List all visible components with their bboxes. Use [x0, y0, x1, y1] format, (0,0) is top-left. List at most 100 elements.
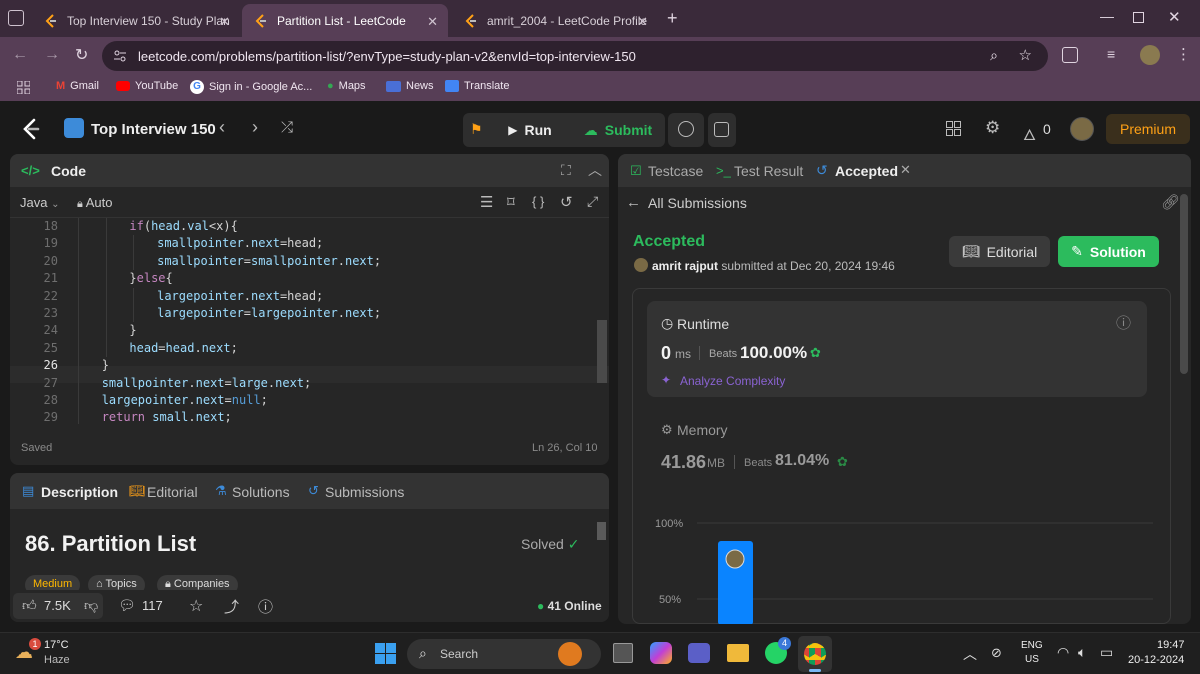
code-editor[interactable]: 18 if(head.val<x){19 smallpointer.next=hea… [10, 218, 609, 424]
battery-icon[interactable]: ▭ [1100, 644, 1113, 661]
settings-gear-icon[interactable]: ⚙ [985, 118, 1000, 138]
runtime-card[interactable]: ◷ Runtime ⓘ 0 ms Beats 100.00% ✿ ✦ Analy… [647, 301, 1147, 397]
bookmark-icon[interactable]: ⌑ [507, 193, 515, 211]
bookmark-news[interactable]: News [386, 80, 434, 92]
windows-start-icon[interactable] [375, 643, 396, 664]
submitter-name[interactable]: amrit rajput [652, 259, 718, 273]
tab-testcase[interactable]: Testcase [648, 163, 703, 179]
clock-date[interactable]: 20-12-2024 [1128, 654, 1184, 666]
all-submissions-link[interactable]: All Submissions [648, 195, 747, 211]
user-avatar[interactable] [1070, 117, 1094, 141]
bookmark-google-signin[interactable]: G Sign in - Google Ac... [190, 80, 312, 94]
volume-icon[interactable]: 🔈︎ [1078, 644, 1086, 661]
reset-icon[interactable]: ↺ [560, 193, 573, 211]
reload-icon[interactable]: ↻ [75, 45, 88, 65]
solution-button[interactable]: ✎ Solution [1058, 236, 1159, 267]
teams-icon[interactable] [688, 643, 710, 663]
next-problem-icon[interactable]: › [252, 117, 258, 138]
tab-accepted[interactable]: Accepted [835, 163, 898, 179]
bookmark-translate[interactable]: Translate [445, 80, 509, 92]
thumbs-down-icon[interactable]: 👎︎ [84, 597, 98, 614]
url-bar[interactable]: leetcode.com/problems/partition-list/?en… [102, 41, 1048, 71]
result-scrollbar[interactable] [1180, 194, 1188, 374]
tab-profile[interactable]: amrit_2004 - LeetCode Profile ✕ [452, 4, 658, 37]
info-icon[interactable]: ⓘ [1116, 312, 1131, 333]
editor-scrollbar[interactable] [597, 320, 607, 383]
notification-off-icon[interactable]: ⊘ [991, 645, 1002, 661]
task-view-icon[interactable] [613, 643, 633, 663]
back-arrow-icon[interactable]: ← [626, 194, 641, 211]
study-plan-title[interactable]: Top Interview 150 [91, 121, 216, 138]
analyze-complexity-link[interactable]: Analyze Complexity [680, 374, 785, 388]
fullscreen-icon[interactable]: ⤢ [587, 193, 598, 210]
bookmark-star-icon[interactable]: ☆ [1019, 46, 1032, 64]
streak-fire-icon[interactable]: 🜂 [1023, 118, 1036, 149]
zoom-icon[interactable]: ⌕ [990, 47, 998, 64]
tab-solutions[interactable]: Solutions [232, 484, 290, 500]
timer-button[interactable] [668, 113, 704, 147]
link-icon[interactable]: 🔗︎ [1161, 193, 1180, 211]
prev-problem-icon[interactable]: ‹ [219, 117, 225, 138]
chevron-up-icon[interactable]: ︿ [963, 644, 977, 664]
extensions-icon[interactable] [1062, 47, 1078, 63]
close-icon[interactable]: ✕ [637, 14, 648, 30]
tab-search-icon[interactable] [8, 10, 24, 26]
leetcode-logo[interactable] [21, 118, 41, 140]
tab-editorial[interactable]: Editorial [147, 484, 198, 500]
chrome-taskbar-button[interactable] [798, 636, 832, 672]
result-tabs: ☑ Testcase >_ Test Result ↺ Accepted ✕ [618, 154, 1191, 187]
shuffle-icon[interactable]: ⤮ [281, 119, 293, 136]
profile-avatar[interactable] [1140, 45, 1160, 65]
tab-description[interactable]: Description [41, 484, 118, 500]
restore-icon[interactable] [1133, 12, 1144, 23]
close-tab-icon[interactable]: ✕ [900, 162, 911, 178]
premium-button[interactable]: Premium [1106, 114, 1190, 144]
tab-partition-list[interactable]: Partition List - LeetCode ✕ [242, 4, 448, 37]
thumbs-up-icon[interactable]: 👍︎ [22, 597, 37, 614]
wifi-icon[interactable]: ◠ [1057, 644, 1069, 661]
site-info-icon[interactable] [113, 49, 127, 63]
submit-button[interactable]: ☁ Submit [574, 116, 662, 144]
minimize-icon[interactable]: — [1100, 8, 1114, 24]
file-explorer-icon[interactable] [727, 644, 749, 662]
auto-mode-toggle[interactable]: 🔒︎ Auto [77, 195, 113, 211]
apps-icon[interactable] [17, 81, 30, 94]
help-icon[interactable]: ⓘ [258, 596, 273, 617]
new-tab-icon[interactable]: + [667, 8, 678, 29]
comment-icon[interactable]: 💬︎ [118, 597, 136, 614]
close-icon[interactable]: ✕ [427, 14, 438, 30]
close-window-icon[interactable]: ✕ [1168, 8, 1181, 26]
notes-button[interactable] [708, 113, 736, 147]
share-icon[interactable]: ⤴ [224, 596, 239, 617]
media-icon[interactable]: ≡ [1107, 46, 1115, 62]
tab-study-plan[interactable]: Top Interview 150 - Study Plan ✕ [32, 4, 240, 37]
description-scrollbar[interactable] [597, 522, 606, 540]
language-bottom[interactable]: US [1025, 654, 1039, 665]
bookmark-youtube[interactable]: YouTube [116, 80, 178, 92]
debug-icon[interactable]: ⚑ [470, 121, 483, 138]
back-icon[interactable]: ← [12, 46, 28, 64]
menu-icon[interactable]: ⋮ [1176, 45, 1191, 63]
favorite-star-icon[interactable]: ☆ [189, 596, 203, 616]
close-icon[interactable]: ✕ [219, 14, 230, 30]
language-top[interactable]: ENG [1021, 640, 1043, 651]
weather-widget[interactable]: ☁ 1 [15, 638, 41, 664]
language-select[interactable]: Java ⌄ [20, 195, 59, 210]
copilot-icon[interactable] [650, 642, 672, 664]
memory-label[interactable]: Memory [677, 422, 728, 438]
tab-test-result[interactable]: Test Result [734, 163, 803, 179]
whatsapp-icon[interactable]: 4 [765, 637, 791, 664]
layout-icon[interactable] [946, 121, 961, 136]
bookmark-maps[interactable]: ● Maps [327, 80, 366, 92]
editorial-button[interactable]: 📖︎ Editorial [949, 236, 1050, 267]
taskbar-search[interactable]: ⌕ Search [407, 639, 601, 669]
maximize-icon[interactable]: ⛶ [561, 162, 571, 179]
tab-submissions[interactable]: Submissions [325, 484, 404, 500]
forward-icon[interactable]: → [44, 46, 60, 64]
format-icon[interactable]: ☰ [480, 193, 493, 211]
bookmark-gmail[interactable]: M Gmail [56, 80, 99, 92]
collapse-icon[interactable]: ︿ [588, 160, 602, 180]
braces-icon[interactable]: { } [532, 194, 544, 209]
run-button[interactable]: ▶ Run [498, 116, 562, 144]
clock-time[interactable]: 19:47 [1157, 639, 1185, 651]
